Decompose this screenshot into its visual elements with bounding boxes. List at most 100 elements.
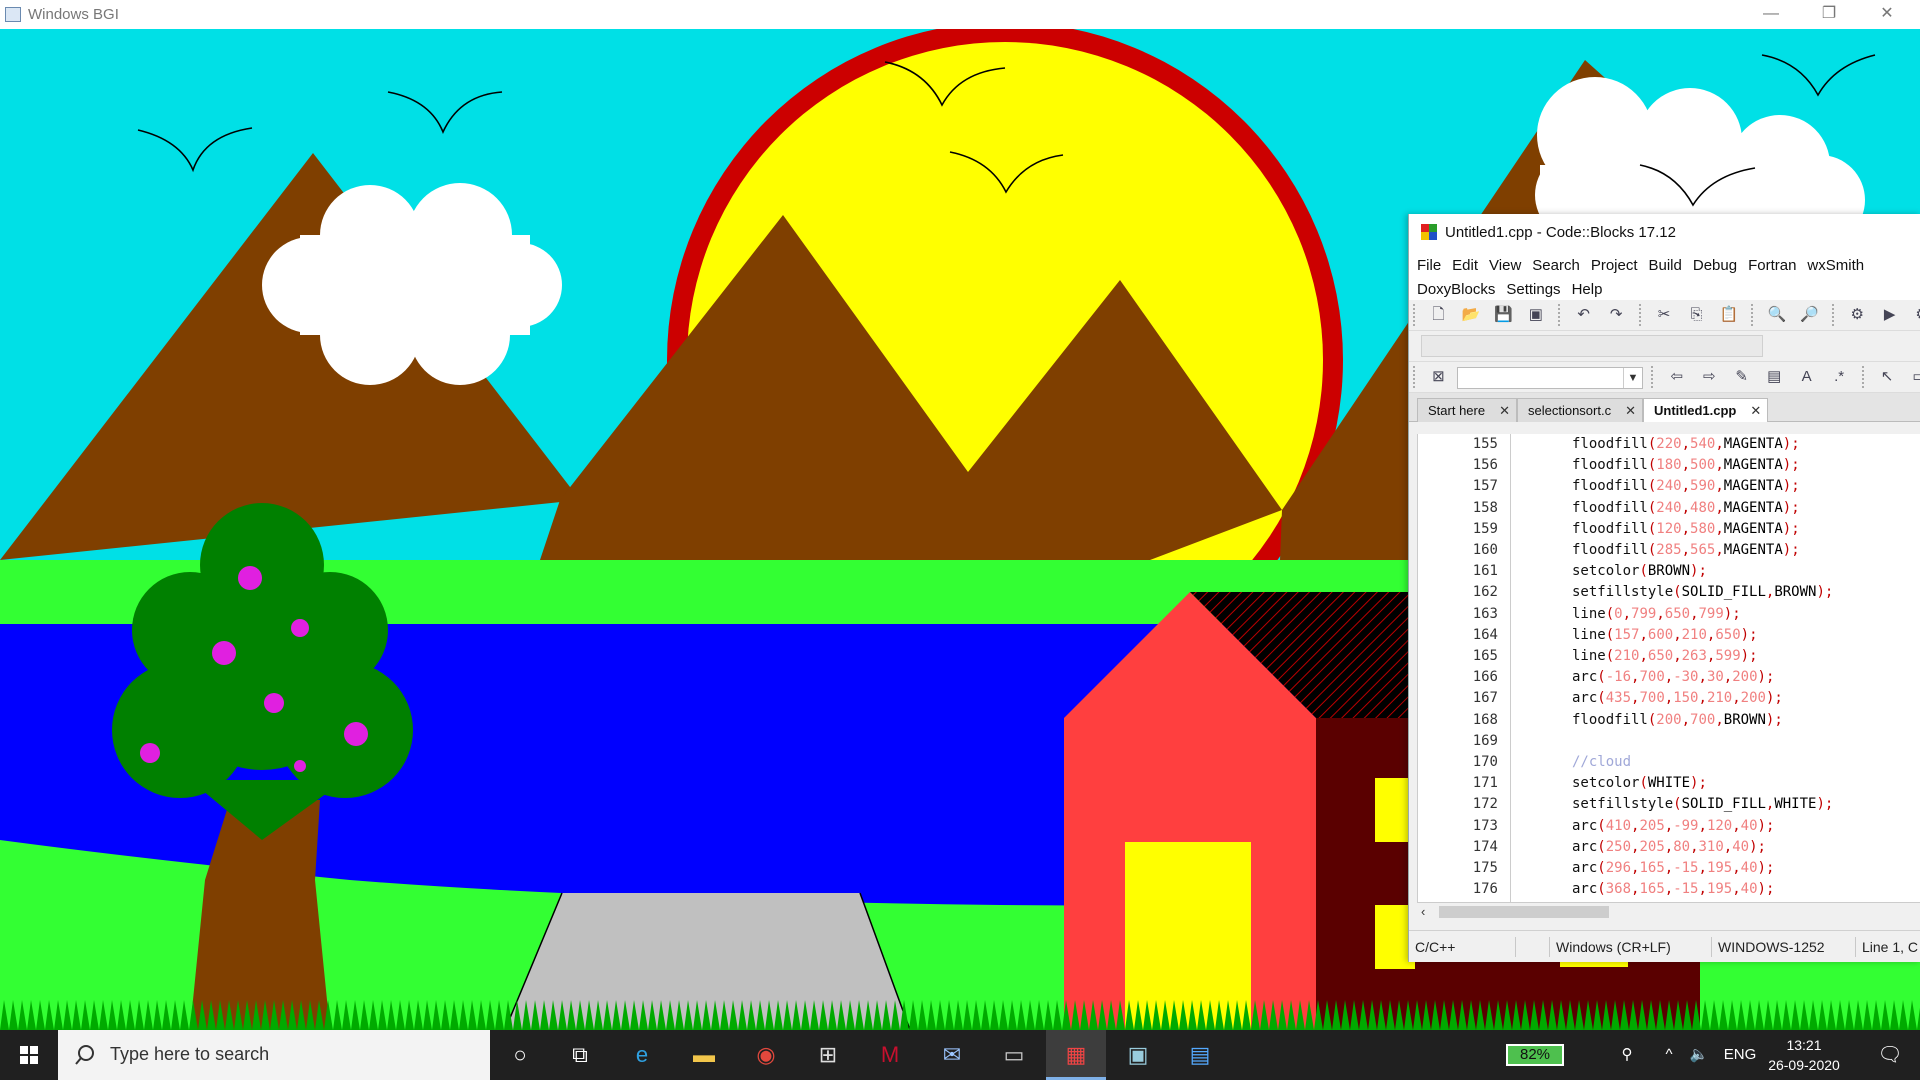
menu-search[interactable]: Search xyxy=(1532,254,1591,278)
code-line[interactable]: 166 arc(-16,700,-30,30,200); xyxy=(1418,667,1920,688)
menu-project[interactable]: Project xyxy=(1591,254,1649,278)
code-line[interactable]: 157 floodfill(240,590,MAGENTA); xyxy=(1418,476,1920,497)
close-tab-icon[interactable]: ✕ xyxy=(1625,399,1636,422)
menu-settings[interactable]: Settings xyxy=(1506,278,1571,302)
code-line[interactable]: 169 xyxy=(1418,731,1920,752)
code-line[interactable]: 155 floodfill(220,540,MAGENTA); xyxy=(1418,434,1920,455)
code-line[interactable]: 167 arc(435,700,150,210,200); xyxy=(1418,688,1920,709)
undo-icon[interactable]: ↶ xyxy=(1573,304,1595,326)
cut-icon[interactable]: ✂ xyxy=(1653,304,1675,326)
redo-icon[interactable]: ↷ xyxy=(1605,304,1627,326)
menu-fortran[interactable]: Fortran xyxy=(1748,254,1807,278)
code-line[interactable]: 174 arc(250,205,80,310,40); xyxy=(1418,837,1920,858)
code-line[interactable]: 175 arc(296,165,-15,195,40); xyxy=(1418,858,1920,879)
code-line[interactable]: 162 setfillstyle(SOLID_FILL,BROWN); xyxy=(1418,582,1920,603)
terminal-icon[interactable]: ▭ xyxy=(984,1030,1044,1080)
code-line[interactable]: 158 floodfill(240,480,MAGENTA); xyxy=(1418,498,1920,519)
save-icon[interactable]: 💾 xyxy=(1492,304,1514,326)
menu-help[interactable]: Help xyxy=(1572,278,1614,302)
close-button[interactable]: ✕ xyxy=(1858,0,1916,29)
edge-icon[interactable]: e xyxy=(612,1030,672,1080)
code-line[interactable]: 168 floodfill(200,700,BROWN); xyxy=(1418,710,1920,731)
replace-icon[interactable]: 🔎 xyxy=(1798,304,1820,326)
cortana-icon[interactable]: ○ xyxy=(490,1030,550,1080)
close-tab-icon[interactable]: ✕ xyxy=(1750,399,1761,422)
horizontal-scrollbar[interactable]: ‹ xyxy=(1417,902,1920,921)
code-line[interactable]: 159 floodfill(120,580,MAGENTA); xyxy=(1418,519,1920,540)
minimize-button[interactable]: — xyxy=(1742,0,1800,29)
volume-icon[interactable]: 🔈 xyxy=(1686,1030,1712,1080)
codeblocks-titlebar[interactable]: Untitled1.cpp - Code::Blocks 17.12 xyxy=(1409,214,1920,252)
code-line[interactable]: 171 setcolor(WHITE); xyxy=(1418,773,1920,794)
code-line[interactable]: 160 floodfill(285,565,MAGENTA); xyxy=(1418,540,1920,561)
scroll-left-icon[interactable]: ‹ xyxy=(1421,903,1425,921)
build-gear-icon[interactable]: ⚙ xyxy=(1846,304,1868,326)
language-indicator[interactable]: ENG xyxy=(1720,1030,1760,1080)
code-line[interactable]: 164 line(157,600,210,650); xyxy=(1418,625,1920,646)
menu-wxsmith[interactable]: wxSmith xyxy=(1807,254,1875,278)
people-icon[interactable]: ⚲ xyxy=(1612,1030,1642,1080)
menu-file[interactable]: File xyxy=(1417,254,1452,278)
back-arrow-icon[interactable]: ⇦ xyxy=(1666,366,1688,388)
codeblocks-window[interactable]: Untitled1.cpp - Code::Blocks 17.12 File E… xyxy=(1408,214,1920,962)
menu-edit[interactable]: Edit xyxy=(1452,254,1489,278)
build-run-icon[interactable]: ⚙ xyxy=(1911,304,1920,326)
toolbar-grip[interactable] xyxy=(1413,304,1418,326)
highlight-icon[interactable]: ✎ xyxy=(1731,366,1753,388)
copy-icon[interactable]: ⎘ xyxy=(1686,304,1708,326)
restore-button[interactable]: ❐ xyxy=(1800,0,1858,29)
menu-build[interactable]: Build xyxy=(1649,254,1693,278)
menu-debug[interactable]: Debug xyxy=(1693,254,1748,278)
mail-icon[interactable]: ✉ xyxy=(922,1030,982,1080)
battery-indicator[interactable]: 82% xyxy=(1506,1044,1564,1066)
frame-icon[interactable]: ▭ xyxy=(1908,366,1920,388)
taskbar-search-box[interactable]: Type here to search xyxy=(58,1030,490,1080)
code-line[interactable]: 172 setfillstyle(SOLID_FILL,WHITE); xyxy=(1418,794,1920,815)
scrollbar-thumb[interactable] xyxy=(1439,906,1609,918)
chevron-down-icon[interactable]: ▼ xyxy=(1622,368,1642,388)
code-text: line(0,799,650,799); xyxy=(1572,605,1741,622)
open-file-icon[interactable]: 📂 xyxy=(1460,304,1482,326)
app-taskbar-icon[interactable]: ▤ xyxy=(1170,1030,1230,1080)
editor-tab[interactable]: Untitled1.cpp ✕ xyxy=(1643,398,1769,422)
file-explorer-icon[interactable]: ▬ xyxy=(674,1030,734,1080)
bgi-taskbar-icon[interactable]: ▣ xyxy=(1108,1030,1168,1080)
code-line[interactable]: 176 arc(368,165,-15,195,40); xyxy=(1418,879,1920,900)
find-icon[interactable]: 🔍 xyxy=(1766,304,1788,326)
editor-tab[interactable]: Start here ✕ xyxy=(1417,398,1517,422)
save-all-icon[interactable]: ▣ xyxy=(1525,304,1547,326)
code-line[interactable]: 163 line(0,799,650,799); xyxy=(1418,604,1920,625)
notifications-icon[interactable]: 🗨 xyxy=(1866,1030,1914,1080)
task-view-icon[interactable]: ⧉ xyxy=(550,1030,610,1080)
code-line[interactable]: 161 setcolor(BROWN); xyxy=(1418,561,1920,582)
regex-icon[interactable]: .* xyxy=(1828,366,1850,388)
code-line[interactable]: 156 floodfill(180,500,MAGENTA); xyxy=(1418,455,1920,476)
editor-tab[interactable]: selectionsort.c ✕ xyxy=(1517,398,1643,422)
code-text: floodfill(240,590,MAGENTA); xyxy=(1572,478,1800,495)
paste-icon[interactable]: 📋 xyxy=(1718,304,1740,326)
clock[interactable]: 13:21 26-09-2020 xyxy=(1758,1035,1850,1075)
chevron-up-icon[interactable]: ^ xyxy=(1656,1030,1682,1080)
code-line[interactable]: 173 arc(410,205,-99,120,40); xyxy=(1418,816,1920,837)
code-line[interactable]: 165 line(210,650,263,599); xyxy=(1418,646,1920,667)
clear-search-icon[interactable]: ⊠ xyxy=(1427,366,1449,388)
code-line[interactable]: 170 //cloud xyxy=(1418,752,1920,773)
build-target-combo[interactable] xyxy=(1421,335,1763,357)
menu-doxyblocks[interactable]: DoxyBlocks xyxy=(1417,278,1506,302)
new-file-icon[interactable]: 🗋 xyxy=(1427,304,1449,326)
pointer-icon[interactable]: ↖ xyxy=(1876,366,1898,388)
store-icon[interactable]: ⊞ xyxy=(798,1030,858,1080)
search-combo[interactable]: ▼ xyxy=(1456,367,1643,389)
close-tab-icon[interactable]: ✕ xyxy=(1499,399,1510,422)
line-number: 165 xyxy=(1472,648,1498,664)
code-editor[interactable]: 155 floodfill(220,540,MAGENTA); 156 floodfi… xyxy=(1417,434,1920,902)
codeblocks-taskbar-icon[interactable]: ▦ xyxy=(1046,1030,1106,1080)
match-case-icon[interactable]: A xyxy=(1796,366,1818,388)
chrome-icon[interactable]: ◉ xyxy=(736,1030,796,1080)
forward-arrow-icon[interactable]: ⇨ xyxy=(1698,366,1720,388)
start-button[interactable] xyxy=(0,1030,58,1080)
menu-view[interactable]: View xyxy=(1489,254,1532,278)
selected-text-icon[interactable]: ▤ xyxy=(1763,366,1785,388)
mcafee-icon[interactable]: M xyxy=(860,1030,920,1080)
run-icon[interactable]: ▶ xyxy=(1879,304,1901,326)
